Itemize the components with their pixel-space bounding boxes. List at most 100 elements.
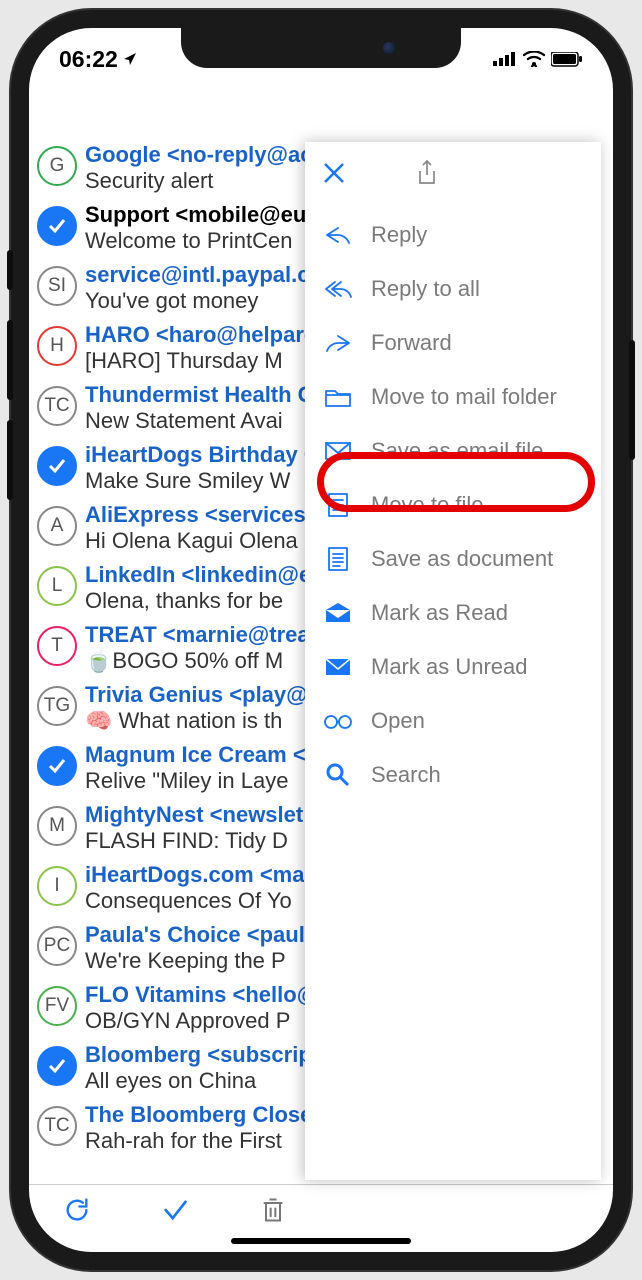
forward-icon [323, 330, 353, 356]
avatar[interactable]: TC [37, 386, 77, 426]
menu-item-label: Mark as Unread [371, 654, 528, 680]
email-subject: New Statement Avai [85, 408, 314, 434]
email-sender: TREAT <marnie@trea [85, 622, 310, 648]
avatar[interactable]: SI [37, 266, 77, 306]
email-sender: Trivia Genius <play@t [85, 682, 315, 708]
menu-close-button[interactable] [323, 158, 345, 192]
email-subject: Olena, thanks for be [85, 588, 311, 614]
menu-item-label: Save as document [371, 546, 553, 572]
email-sender: AliExpress <services0 [85, 502, 318, 528]
email-sender: Google <no-reply@ac [85, 142, 312, 168]
menu-item-label: Forward [371, 330, 452, 356]
menu-item-label: Reply to all [371, 276, 480, 302]
delete-button[interactable] [259, 1196, 287, 1229]
menu-item-reply[interactable]: Reply [305, 208, 601, 262]
email-sender: LinkedIn <linkedin@e [85, 562, 311, 588]
email-sender: Support <mobile@eu [85, 202, 306, 228]
menu-item-label: Open [371, 708, 425, 734]
email-subject: All eyes on China [85, 1068, 312, 1094]
avatar[interactable]: A [37, 506, 77, 546]
menu-item-label: Move to file [371, 492, 484, 518]
email-subject: Security alert [85, 168, 312, 194]
avatar[interactable]: L [37, 566, 77, 606]
email-subject: Welcome to PrintCen [85, 228, 306, 254]
glasses-icon [323, 708, 353, 734]
email-subject: We're Keeping the P [85, 948, 317, 974]
email-sender: Bloomberg <subscrip [85, 1042, 312, 1068]
email-sender: MightyNest <newslet [85, 802, 303, 828]
avatar-checked[interactable] [37, 206, 77, 246]
avatar[interactable]: G [37, 146, 77, 186]
email-sender: Thundermist Health C [85, 382, 314, 408]
notch [181, 28, 461, 68]
menu-item-mark-read[interactable]: Mark as Read [305, 586, 601, 640]
email-subject: Hi Olena Kagui Olena [85, 528, 318, 554]
refresh-button[interactable] [63, 1196, 91, 1229]
menu-item-mark-unread[interactable]: Mark as Unread [305, 640, 601, 694]
menu-item-label: Mark as Read [371, 600, 508, 626]
avatar[interactable]: H [37, 326, 77, 366]
home-indicator[interactable] [231, 1238, 411, 1244]
select-button[interactable] [161, 1196, 189, 1229]
email-subject: 🧠 What nation is th [85, 708, 315, 734]
mail-closed-icon [323, 654, 353, 680]
avatar-checked[interactable] [37, 746, 77, 786]
email-sender: The Bloomberg Close [85, 1102, 312, 1128]
bottom-toolbar [29, 1184, 613, 1240]
avatar[interactable]: FV [37, 986, 77, 1026]
menu-item-reply-all[interactable]: Reply to all [305, 262, 601, 316]
menu-item-move-file[interactable]: Move to file [305, 478, 601, 532]
email-subject: Make Sure Smiley W [85, 468, 320, 494]
folder-icon [323, 384, 353, 410]
screen: 06:22 GGoogle <no-repl [29, 28, 613, 1252]
cellular-icon [493, 52, 517, 66]
menu-item-save-eml[interactable]: Save as email file [305, 424, 601, 478]
menu-item-open[interactable]: Open [305, 694, 601, 748]
email-subject: Rah-rah for the First [85, 1128, 312, 1154]
avatar[interactable]: PC [37, 926, 77, 966]
avatar[interactable]: TC [37, 1106, 77, 1146]
email-subject: FLASH FIND: Tidy D [85, 828, 303, 854]
email-subject: 🍵BOGO 50% off M [85, 648, 310, 674]
file-icon [323, 492, 353, 518]
status-time: 06:22 [59, 46, 118, 73]
email-sender: FLO Vitamins <hello@ [85, 982, 318, 1008]
share-icon[interactable] [415, 159, 439, 192]
menu-item-forward[interactable]: Forward [305, 316, 601, 370]
envelope-icon [323, 438, 353, 464]
email-subject: Relive "Miley in Laye [85, 768, 306, 794]
avatar-checked[interactable] [37, 446, 77, 486]
context-menu: Reply Reply to all Forward Move to mail fol… [305, 142, 601, 1180]
email-subject: You've got money [85, 288, 309, 314]
email-sender: iHeartDogs Birthday C [85, 442, 320, 468]
search-icon [323, 762, 353, 788]
menu-item-move-folder[interactable]: Move to mail folder [305, 370, 601, 424]
email-sender: HARO <haro@helpare [85, 322, 316, 348]
menu-item-label: Search [371, 762, 441, 788]
email-subject: [HARO] Thursday M [85, 348, 316, 374]
email-subject: Consequences Of Yo [85, 888, 304, 914]
avatar[interactable]: T [37, 626, 77, 666]
email-sender: Magnum Ice Cream < [85, 742, 306, 768]
menu-item-save-doc[interactable]: Save as document [305, 532, 601, 586]
reply-all-icon [323, 276, 353, 302]
email-sender: service@intl.paypal.c [85, 262, 309, 288]
menu-item-label: Move to mail folder [371, 384, 557, 410]
doc-icon [323, 546, 353, 572]
email-sender: iHeartDogs.com <ma [85, 862, 304, 888]
battery-icon [551, 52, 583, 67]
menu-item-label: Reply [371, 222, 427, 248]
mail-open-icon [323, 600, 353, 626]
wifi-icon [523, 51, 545, 67]
avatar-checked[interactable] [37, 1046, 77, 1086]
avatar[interactable]: TG [37, 686, 77, 726]
menu-item-label: Save as email file [371, 438, 543, 464]
iphone-frame: 06:22 GGoogle <no-repl [11, 10, 631, 1270]
location-icon [122, 51, 138, 67]
avatar[interactable]: I [37, 866, 77, 906]
reply-icon [323, 222, 353, 248]
email-subject: OB/GYN Approved P [85, 1008, 318, 1034]
email-sender: Paula's Choice <paula [85, 922, 317, 948]
avatar[interactable]: M [37, 806, 77, 846]
menu-item-search[interactable]: Search [305, 748, 601, 802]
